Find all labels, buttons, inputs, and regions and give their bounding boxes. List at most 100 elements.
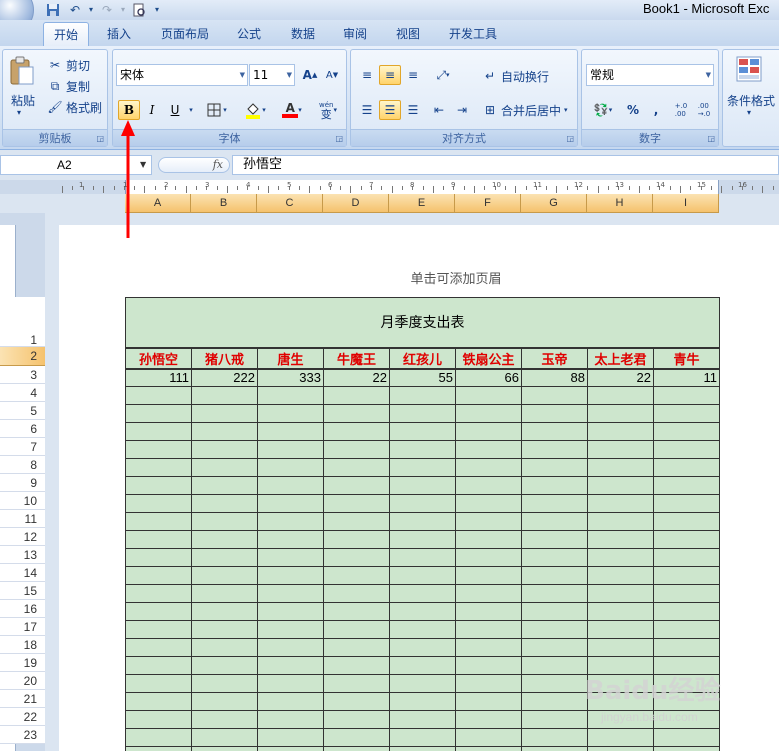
row-header-3[interactable]: 3 xyxy=(0,366,45,384)
empty-cell[interactable] xyxy=(587,440,654,459)
header-cell[interactable]: 铁扇公主 xyxy=(455,346,522,370)
empty-cell[interactable] xyxy=(521,692,588,711)
empty-cell[interactable] xyxy=(323,746,390,751)
empty-cell[interactable] xyxy=(191,602,258,621)
empty-cell[interactable] xyxy=(587,422,654,441)
header-cell[interactable]: 唐生 xyxy=(257,346,324,370)
empty-cell[interactable] xyxy=(587,494,654,513)
empty-cell[interactable] xyxy=(587,638,654,657)
empty-cell[interactable] xyxy=(389,566,456,585)
empty-cell[interactable] xyxy=(587,548,654,567)
empty-cell[interactable] xyxy=(323,584,390,603)
empty-cell[interactable] xyxy=(389,728,456,747)
row-header-1[interactable]: 1 xyxy=(0,297,45,347)
empty-cell[interactable] xyxy=(323,602,390,621)
number-format-select[interactable]: 常规 ▼ xyxy=(586,64,714,86)
empty-cell[interactable] xyxy=(389,404,456,423)
header-cell[interactable]: 红孩儿 xyxy=(389,346,456,370)
empty-cell[interactable] xyxy=(191,440,258,459)
empty-cell[interactable] xyxy=(521,386,588,405)
empty-cell[interactable] xyxy=(521,422,588,441)
empty-cell[interactable] xyxy=(587,620,654,639)
empty-cell[interactable] xyxy=(257,494,324,513)
empty-cell[interactable] xyxy=(191,638,258,657)
empty-cell[interactable] xyxy=(653,440,720,459)
empty-cell[interactable] xyxy=(323,494,390,513)
phonetic-button[interactable]: wén 变 ▾ xyxy=(312,100,344,120)
column-header-d[interactable]: D xyxy=(323,194,389,213)
empty-cell[interactable] xyxy=(389,530,456,549)
borders-button[interactable]: ▾ xyxy=(201,100,233,120)
increase-indent-button[interactable]: ⇥ xyxy=(451,100,473,120)
row-header-20[interactable]: 20 xyxy=(0,672,45,690)
formula-input[interactable]: 孙悟空 xyxy=(232,155,779,175)
empty-cell[interactable] xyxy=(191,620,258,639)
empty-cell[interactable] xyxy=(125,386,192,405)
header-cell[interactable]: 牛魔王 xyxy=(323,346,390,370)
increase-decimal-button[interactable]: +.0.00 xyxy=(670,100,692,120)
empty-cell[interactable] xyxy=(323,404,390,423)
empty-cell[interactable] xyxy=(125,728,192,747)
value-cell[interactable]: 222 xyxy=(191,368,258,387)
empty-cell[interactable] xyxy=(323,476,390,495)
empty-cell[interactable] xyxy=(191,512,258,531)
empty-cell[interactable] xyxy=(257,476,324,495)
tab-data[interactable]: 数据 xyxy=(283,22,323,46)
header-cell[interactable]: 孙悟空 xyxy=(125,346,192,370)
empty-cell[interactable] xyxy=(455,458,522,477)
empty-cell[interactable] xyxy=(389,692,456,711)
empty-cell[interactable] xyxy=(653,512,720,531)
row-header-17[interactable]: 17 xyxy=(0,618,45,636)
row-header-7[interactable]: 7 xyxy=(0,438,45,456)
empty-cell[interactable] xyxy=(125,458,192,477)
font-name-select[interactable]: 宋体 ▼ xyxy=(116,64,248,86)
font-launcher-icon[interactable]: ◲ xyxy=(335,134,343,143)
empty-cell[interactable] xyxy=(125,638,192,657)
empty-cell[interactable] xyxy=(587,476,654,495)
empty-cell[interactable] xyxy=(455,728,522,747)
empty-cell[interactable] xyxy=(587,458,654,477)
empty-cell[interactable] xyxy=(521,548,588,567)
empty-cell[interactable] xyxy=(257,728,324,747)
underline-dropdown-icon[interactable]: ▾ xyxy=(185,100,197,120)
alignment-launcher-icon[interactable]: ◲ xyxy=(566,134,574,143)
empty-cell[interactable] xyxy=(389,656,456,675)
column-header-a[interactable]: A xyxy=(125,194,191,213)
empty-cell[interactable] xyxy=(125,422,192,441)
tab-view[interactable]: 视图 xyxy=(388,22,428,46)
empty-cell[interactable] xyxy=(653,548,720,567)
empty-cell[interactable] xyxy=(455,584,522,603)
empty-cell[interactable] xyxy=(323,422,390,441)
empty-cell[interactable] xyxy=(521,674,588,693)
column-header-e[interactable]: E xyxy=(389,194,455,213)
empty-cell[interactable] xyxy=(653,566,720,585)
row-header-4[interactable]: 4 xyxy=(0,384,45,402)
empty-cell[interactable] xyxy=(191,494,258,513)
empty-cell[interactable] xyxy=(653,584,720,603)
empty-cell[interactable] xyxy=(125,476,192,495)
empty-cell[interactable] xyxy=(191,386,258,405)
empty-cell[interactable] xyxy=(257,674,324,693)
empty-cell[interactable] xyxy=(323,692,390,711)
empty-cell[interactable] xyxy=(521,728,588,747)
align-middle-button[interactable]: ≡ xyxy=(379,65,401,85)
empty-cell[interactable] xyxy=(389,386,456,405)
empty-cell[interactable] xyxy=(653,458,720,477)
empty-cell[interactable] xyxy=(521,656,588,675)
empty-cell[interactable] xyxy=(125,656,192,675)
empty-cell[interactable] xyxy=(191,566,258,585)
empty-cell[interactable] xyxy=(125,530,192,549)
column-header-h[interactable]: H xyxy=(587,194,653,213)
row-header-19[interactable]: 19 xyxy=(0,654,45,672)
empty-cell[interactable] xyxy=(455,602,522,621)
row-header-15[interactable]: 15 xyxy=(0,582,45,600)
empty-cell[interactable] xyxy=(257,584,324,603)
decrease-indent-button[interactable]: ⇤ xyxy=(428,100,450,120)
empty-cell[interactable] xyxy=(323,530,390,549)
orientation-button[interactable]: ⤢ ▾ xyxy=(428,65,458,85)
empty-cell[interactable] xyxy=(389,476,456,495)
empty-cell[interactable] xyxy=(521,602,588,621)
empty-cell[interactable] xyxy=(125,512,192,531)
empty-cell[interactable] xyxy=(191,458,258,477)
empty-cell[interactable] xyxy=(323,728,390,747)
